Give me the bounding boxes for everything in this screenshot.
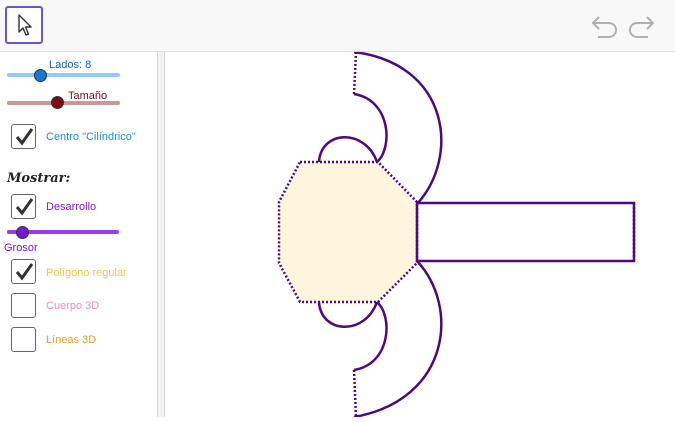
grosor-slider-label: Grosor [4,242,38,254]
upper-small-arc[interactable] [317,136,379,163]
checkmark-icon [15,128,34,146]
redo-icon [629,16,655,38]
cuerpo-checkbox-label: Cuerpo 3D [46,300,100,312]
centro-checkbox[interactable] [11,124,36,149]
lower-medium-arc[interactable] [353,301,388,372]
desarrollo-checkbox[interactable] [11,194,36,219]
checkmark-icon [15,198,34,216]
mostrar-heading: Mostrar: [7,171,71,186]
panel-divider[interactable] [157,52,165,417]
lados-slider-track[interactable] [7,73,120,77]
graphics-canvas[interactable] [165,50,675,419]
lower-dashed-line [352,369,358,418]
desarrollo-checkbox-label: Desarrollo [46,201,97,213]
checkmark-icon [15,263,34,281]
lados-slider-knob[interactable] [34,69,47,82]
undo-icon [591,16,617,38]
toolbar [0,0,675,52]
lineas-checkbox-label: Líneas 3D [46,334,97,346]
upper-medium-arc[interactable] [353,92,388,163]
pointer-arrow-icon [18,14,32,36]
graphics-view[interactable] [165,50,675,419]
poligono-checkbox-label: Polígono regular [46,267,127,279]
regular-polygon[interactable] [277,160,419,304]
development-rectangle[interactable] [415,201,636,263]
upper-dashed-line [352,51,358,95]
centro-checkbox-label: Centro "Cilíndrico" [46,131,136,143]
redo-button[interactable] [626,12,656,40]
lados-slider-label: Lados: 8 [49,59,92,71]
tamano-slider-knob[interactable] [51,96,64,109]
lower-small-arc[interactable] [317,301,379,328]
move-tool-button[interactable] [5,6,43,44]
cuerpo-checkbox[interactable] [11,293,36,318]
poligono-checkbox[interactable] [11,259,36,284]
grosor-slider-knob[interactable] [16,226,29,239]
lineas-checkbox[interactable] [11,327,36,352]
undo-button[interactable] [590,12,620,40]
